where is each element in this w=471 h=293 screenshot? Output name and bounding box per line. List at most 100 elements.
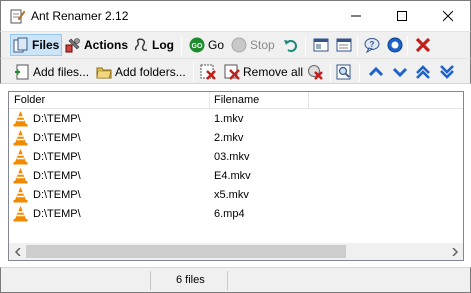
remove-selected-button[interactable] (198, 61, 218, 83)
add-files-label: Add files... (33, 65, 90, 79)
stop-label: Stop (250, 38, 275, 52)
vlc-cone-icon (13, 168, 28, 184)
add-folders-button[interactable]: Add folders... (94, 61, 188, 83)
add-files-button[interactable]: Add files... (12, 61, 91, 83)
list-header: Folder Filename (9, 92, 463, 109)
vlc-cone-icon (13, 187, 28, 203)
status-panel (1, 271, 151, 290)
log-icon (134, 38, 148, 51)
vlc-cone-icon (13, 111, 28, 127)
list-item[interactable]: D:\TEMP\ 1.mkv (9, 110, 463, 129)
list-item[interactable]: D:\TEMP\ x5.mkv (9, 186, 463, 205)
preview-icon (336, 64, 351, 80)
window-icon (313, 38, 329, 52)
row-filename: x5.mkv (214, 189, 249, 201)
row-filename: E4.mkv (214, 170, 251, 182)
row-filename: 6.mp4 (214, 208, 245, 220)
scroll-left-button[interactable] (9, 243, 26, 260)
chevron-right-icon (451, 247, 458, 256)
close-icon (443, 11, 453, 21)
exit-button[interactable] (413, 34, 433, 56)
tab-files[interactable]: Files (10, 34, 63, 56)
toolbar-separator (305, 36, 306, 55)
go-label: Go (208, 38, 225, 52)
status-bar: 6 files (0, 267, 471, 293)
preview-button[interactable] (334, 61, 354, 83)
file-list[interactable]: Folder Filename D:\TEMP\ 1.mkv D:\TEMP\ … (8, 91, 464, 261)
tab-actions[interactable]: Actions (63, 34, 130, 56)
undo-button[interactable] (281, 34, 301, 56)
stop-button[interactable]: Stop (229, 34, 277, 56)
remove-dead-button[interactable] (305, 61, 325, 83)
close-button[interactable] (425, 1, 471, 31)
move-top-button[interactable] (366, 61, 386, 83)
undo-icon (284, 40, 297, 52)
minimize-button[interactable] (333, 1, 379, 31)
info-icon (387, 37, 403, 53)
go-icon: GO (189, 37, 205, 53)
column-header-folder[interactable]: Folder (14, 94, 45, 106)
chevron-down-icon (392, 67, 408, 78)
chevron-up-icon (368, 66, 384, 77)
column-header-filename[interactable]: Filename (214, 94, 259, 106)
vlc-cone-icon (13, 206, 28, 222)
move-bottom-button[interactable] (437, 61, 457, 83)
svg-text:?: ? (370, 40, 375, 49)
remove-all-label: Remove all (243, 65, 304, 79)
toolbar-separator (357, 36, 358, 55)
maximize-button[interactable] (379, 1, 425, 31)
row-filename: 1.mkv (214, 113, 244, 125)
row-filename: 2.mkv (214, 132, 244, 144)
files-icon (13, 37, 28, 53)
list-item[interactable]: D:\TEMP\ 03.mkv (9, 148, 463, 167)
tab-log[interactable]: Log (131, 34, 176, 56)
list-item[interactable]: D:\TEMP\ 2.mkv (9, 129, 463, 148)
list-toolbar: Add files... Add folders... Remove all (0, 58, 471, 84)
remove-dead-icon (308, 65, 323, 80)
vlc-cone-icon (13, 130, 28, 146)
main-toolbar: Files Actions Log GO Go Stop ? (0, 31, 471, 58)
vlc-cone-icon (13, 149, 28, 165)
scrollbar-thumb[interactable] (26, 245, 346, 258)
add-folder-icon (96, 67, 112, 79)
move-up-double-button[interactable] (413, 61, 433, 83)
row-filename: 03.mkv (214, 151, 250, 163)
toolbar-separator (330, 63, 331, 82)
file-count: 6 files (176, 274, 205, 286)
toolbar-separator (181, 36, 182, 55)
toolbar-separator (407, 36, 408, 55)
maximize-icon (397, 11, 407, 21)
row-folder: D:\TEMP\ (33, 113, 81, 125)
column-divider[interactable] (308, 92, 309, 109)
help-button[interactable]: ? (362, 34, 382, 56)
chevron-left-icon (14, 247, 21, 256)
double-chevron-down-icon (440, 65, 454, 79)
svg-text:GO: GO (192, 43, 203, 50)
pencil-document-icon (10, 9, 25, 24)
window-title: Ant Renamer 2.12 (31, 9, 129, 23)
window-layout-button[interactable] (311, 34, 331, 56)
scroll-right-button[interactable] (446, 243, 463, 260)
help-bubble-icon: ? (364, 38, 380, 53)
list-item[interactable]: D:\TEMP\ E4.mkv (9, 167, 463, 186)
row-folder: D:\TEMP\ (33, 189, 81, 201)
exit-x-icon (415, 37, 431, 53)
list-item[interactable]: D:\TEMP\ 6.mp4 (9, 205, 463, 224)
add-folders-label: Add folders... (115, 65, 186, 79)
remove-all-button[interactable]: Remove all (222, 61, 305, 83)
settings-button[interactable] (334, 34, 354, 56)
tab-files-label: Files (32, 38, 60, 52)
tab-actions-label: Actions (84, 38, 129, 52)
stop-icon (231, 37, 247, 53)
column-divider[interactable] (209, 92, 210, 109)
double-chevron-up-icon (416, 65, 430, 79)
row-folder: D:\TEMP\ (33, 132, 81, 144)
move-down-button[interactable] (390, 61, 410, 83)
row-folder: D:\TEMP\ (33, 170, 81, 182)
toolbar-separator (359, 63, 360, 82)
go-button[interactable]: GO Go (187, 34, 226, 56)
horizontal-scrollbar[interactable] (9, 243, 463, 260)
about-button[interactable] (385, 34, 405, 56)
actions-icon (65, 38, 80, 53)
remove-selected-icon (200, 64, 216, 80)
